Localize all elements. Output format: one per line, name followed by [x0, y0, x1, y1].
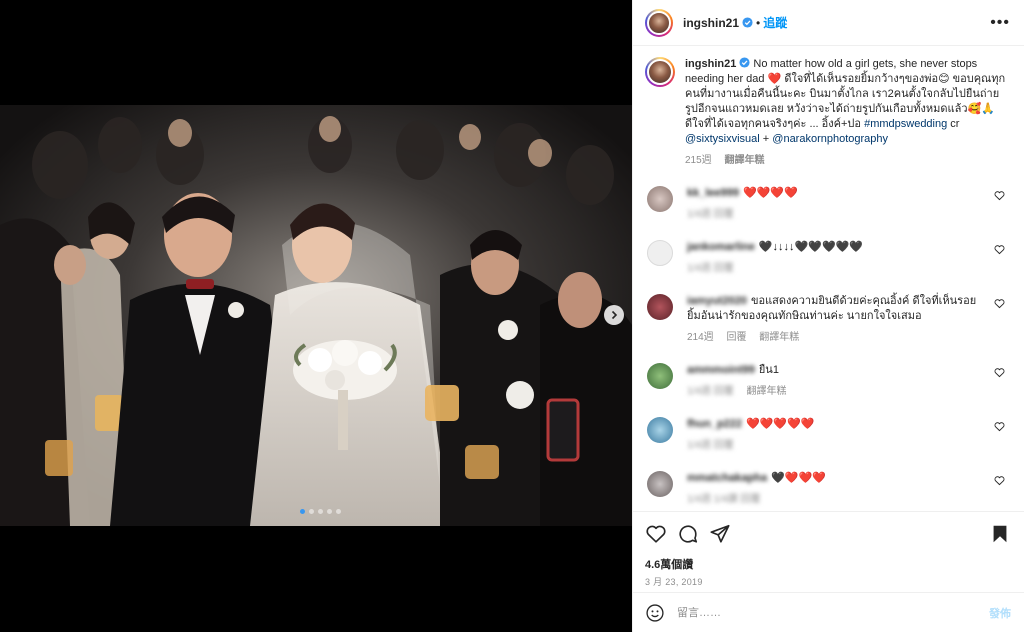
post-comment-button[interactable]: 發佈	[989, 605, 1011, 621]
carousel-next-button[interactable]	[604, 305, 624, 325]
comment-item: mmatchakapha 🖤❤️❤️❤️ 1/4週 1/4讚 回覆	[645, 471, 1011, 507]
smile-emoji: 😊	[938, 73, 950, 85]
reply-button[interactable]: 回覆	[726, 332, 746, 343]
comment-text: ❤️❤️❤️❤️❤️	[746, 418, 815, 430]
post-media-pane	[0, 0, 632, 632]
comment-meta: 1/4週 回覆	[687, 261, 977, 276]
comment-item: fhun_p222 ❤️❤️❤️❤️❤️ 1/4週 回覆	[645, 417, 1011, 453]
commenter-avatar[interactable]	[647, 363, 673, 389]
caption-author-avatar[interactable]	[645, 57, 675, 87]
comments-list[interactable]: ingshin21 No matter how old a girl gets,…	[633, 47, 1024, 510]
likes-count[interactable]: 4.6萬個讚	[645, 556, 1011, 572]
translate-button[interactable]: 翻譯年糕	[746, 386, 786, 397]
caption-part: ดีใจที่ได้เห็นรอยยิ้มกว้างๆของพ่อ	[781, 73, 939, 85]
caption-part: cr	[947, 118, 960, 130]
hashtag-link[interactable]: #mmdpswedding	[864, 118, 947, 130]
commenter-username[interactable]: kk_lee999	[687, 187, 739, 199]
caption-username[interactable]: ingshin21	[685, 58, 736, 70]
commenter-username[interactable]: jankomarline	[687, 241, 755, 253]
commenter-username[interactable]: iamyut2020	[687, 295, 747, 307]
like-heart-icon[interactable]	[645, 523, 667, 545]
carousel-dot	[300, 509, 305, 514]
verified-badge-icon	[742, 17, 753, 28]
like-comment-heart-icon[interactable]	[994, 367, 1005, 378]
caption-meta: 215週 翻譯年糕	[685, 153, 1007, 168]
wedding-photo-illustration	[0, 105, 632, 526]
like-comment-heart-icon[interactable]	[994, 298, 1005, 309]
comment-meta-blurred: 1/4週 回覆	[687, 263, 734, 274]
carousel-dot	[309, 509, 314, 514]
follow-button[interactable]: 追蹤	[763, 14, 787, 31]
comment-text: 🖤↓↓↓↓🖤🖤🖤🖤🖤	[758, 241, 864, 253]
like-comment-heart-icon[interactable]	[994, 190, 1005, 201]
commenter-avatar[interactable]	[647, 471, 673, 497]
love-pray-emoji: 🥰🙏	[967, 103, 995, 115]
chevron-right-icon	[611, 310, 618, 320]
carousel-dot	[318, 509, 323, 514]
comment-time[interactable]: 214週	[687, 332, 714, 343]
header-separator: •	[756, 15, 761, 30]
caption-time[interactable]: 215週	[685, 155, 712, 166]
author-username[interactable]: ingshin21	[683, 16, 739, 30]
comment-meta: 214週 回覆 翻譯年糕	[687, 330, 977, 345]
emoji-picker-icon[interactable]	[645, 603, 665, 623]
comment-input[interactable]	[677, 606, 989, 619]
commenter-username[interactable]: mmatchakapha	[687, 472, 767, 484]
comment-item: jankomarline 🖤↓↓↓↓🖤🖤🖤🖤🖤 1/4週 回覆	[645, 240, 1011, 276]
mention-link[interactable]: @narakornphotography	[772, 133, 888, 145]
translate-button[interactable]: 翻譯年糕	[724, 155, 764, 166]
caption-part: ดีใจที่ได้เจอทุกคนจริงๆค่ะ ... อิ้งค์+ปอ	[685, 118, 865, 130]
like-comment-heart-icon[interactable]	[994, 244, 1005, 255]
comment-item: iamyut2020 ขอแสดงความยินดีด้วยค่ะคุณอิ้งค…	[645, 294, 1011, 345]
comment-meta: 1/4週 回覆	[687, 207, 977, 222]
verified-badge-icon	[739, 57, 750, 68]
comment-text: ยืน1	[758, 364, 779, 376]
translate-button[interactable]: 翻譯年糕	[759, 332, 799, 343]
post-caption: ingshin21 No matter how old a girl gets,…	[645, 57, 1011, 168]
like-comment-heart-icon[interactable]	[994, 421, 1005, 432]
heart-emoji: ❤️	[767, 73, 782, 85]
post-photo	[0, 105, 632, 526]
post-details-panel: ingshin21 • 追蹤 ••• ingshin21 No matter h…	[632, 0, 1024, 632]
comment-meta-blurred: 1/4週 回覆	[687, 209, 734, 220]
commenter-avatar[interactable]	[647, 240, 673, 266]
comment-meta-blurred: 1/4週 回覆	[687, 386, 734, 397]
post-header: ingshin21 • 追蹤 •••	[633, 0, 1024, 46]
commenter-username[interactable]: fhun_p222	[687, 418, 742, 430]
comment-meta-blurred: 1/4週 回覆	[687, 440, 734, 451]
commenter-avatar[interactable]	[647, 294, 673, 320]
share-send-icon[interactable]	[709, 523, 731, 545]
like-comment-heart-icon[interactable]	[994, 475, 1005, 486]
commenter-avatar[interactable]	[647, 417, 673, 443]
comment-icon[interactable]	[677, 523, 699, 545]
carousel-dot	[327, 509, 332, 514]
comment-meta: 1/4週 1/4讚 回覆	[687, 492, 977, 507]
comment-text: 🖤❤️❤️❤️	[771, 472, 826, 484]
comment-text: ❤️❤️❤️❤️	[743, 187, 798, 199]
more-options-button[interactable]: •••	[990, 14, 1010, 32]
comment-meta-blurred: 1/4週 1/4讚 回覆	[687, 494, 761, 505]
comment-item: kk_lee999 ❤️❤️❤️❤️ 1/4週 回覆	[645, 186, 1011, 222]
post-date: 3 月 23, 2019	[645, 577, 703, 587]
caption-part: +	[759, 133, 773, 145]
add-comment-bar: 發佈	[633, 592, 1024, 632]
author-avatar[interactable]	[645, 8, 673, 37]
comment-meta: 1/4週 回覆	[687, 438, 977, 453]
commenter-avatar[interactable]	[647, 186, 673, 212]
instagram-post-modal: ingshin21 • 追蹤 ••• ingshin21 No matter h…	[0, 0, 1024, 632]
carousel-indicator	[300, 509, 341, 514]
comment-item: ammmoint99 ยืน1 1/4週 回覆 翻譯年糕	[645, 363, 1011, 399]
post-actions: 4.6萬個讚 3 月 23, 2019	[633, 511, 1024, 588]
bookmark-save-icon[interactable]	[989, 523, 1011, 545]
carousel-dot	[336, 509, 341, 514]
comment-meta: 1/4週 回覆 翻譯年糕	[687, 384, 977, 399]
action-icons-row	[645, 522, 1011, 546]
commenter-username[interactable]: ammmoint99	[687, 364, 755, 376]
mention-link[interactable]: @sixtysixvisual	[685, 133, 760, 145]
caption-text: ingshin21 No matter how old a girl gets,…	[685, 57, 1007, 168]
